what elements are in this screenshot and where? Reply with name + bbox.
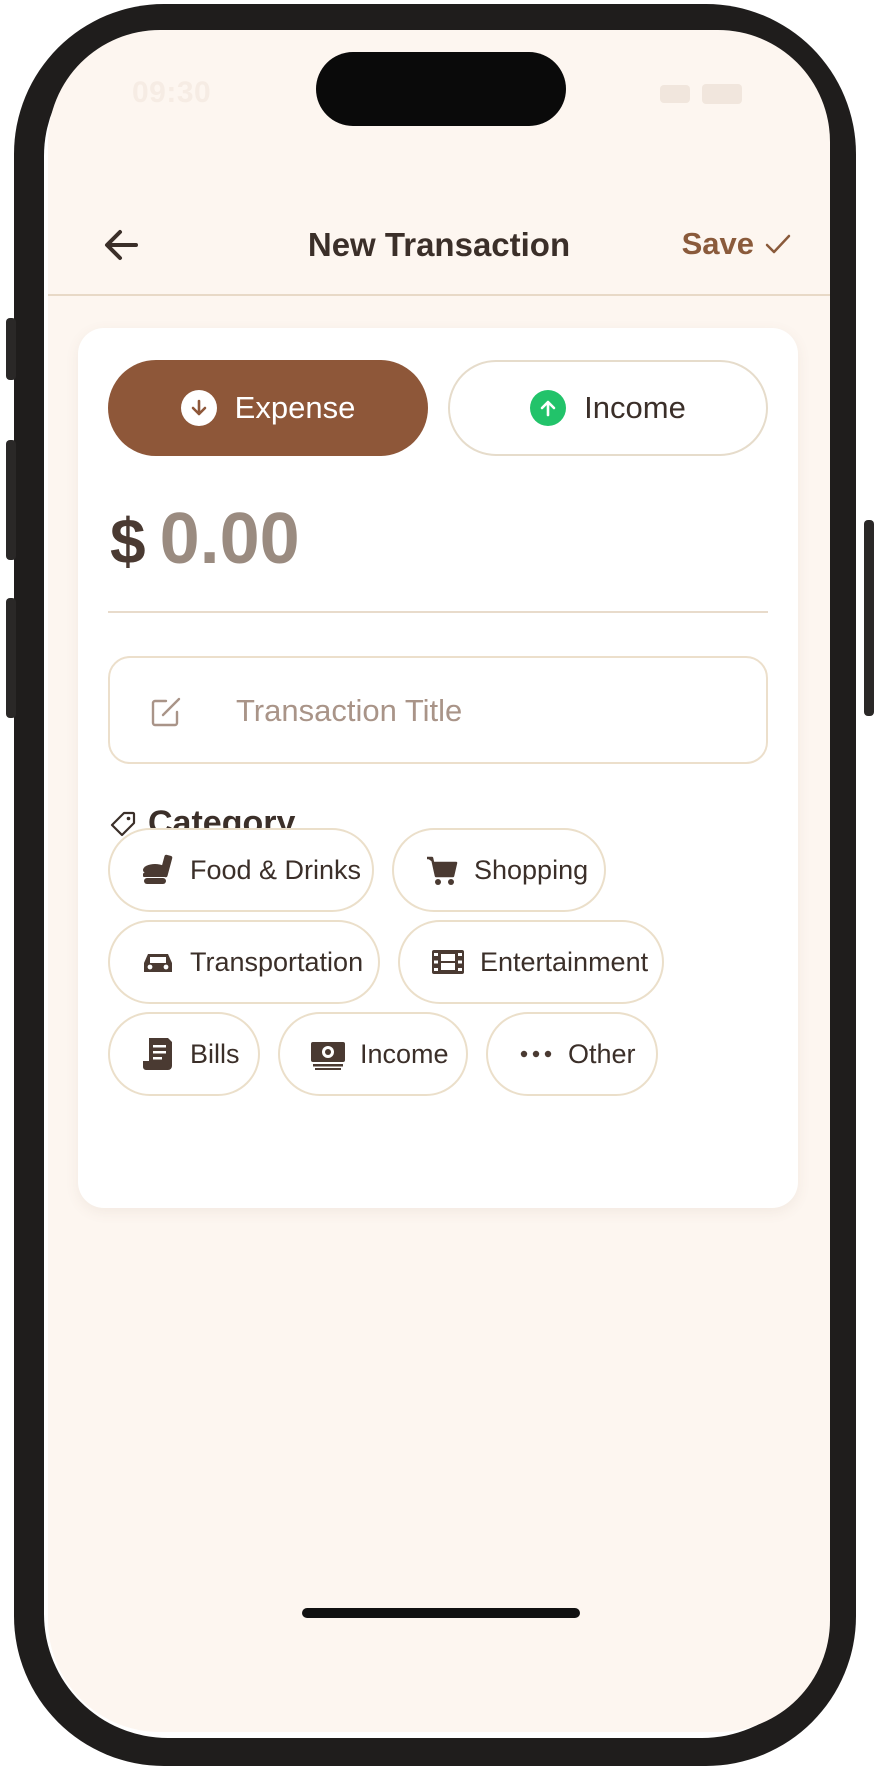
chip-label: Income <box>360 1038 449 1069</box>
chip-label: Other <box>568 1038 636 1069</box>
receipt-icon <box>140 1036 176 1072</box>
transaction-type-toggle: Expense Income <box>108 360 768 456</box>
dynamic-island <box>316 52 566 126</box>
money-icon <box>310 1036 346 1072</box>
category-chip-income[interactable]: Income <box>278 1012 468 1096</box>
transaction-card: Expense Income $ 0.00 Transaction Title <box>78 328 798 1208</box>
title-placeholder: Transaction Title <box>236 693 463 728</box>
category-chip-other[interactable]: Other <box>486 1012 658 1096</box>
cart-icon <box>424 852 460 888</box>
transaction-title-field[interactable]: Transaction Title <box>108 656 768 764</box>
amount-value: 0.00 <box>159 499 300 579</box>
power-button <box>864 520 874 716</box>
signal-icon <box>660 85 690 103</box>
film-icon <box>430 944 466 980</box>
car-icon <box>140 944 176 980</box>
category-chip-bills[interactable]: Bills <box>108 1012 260 1096</box>
ellipsis-icon <box>518 1036 554 1072</box>
battery-icon <box>702 84 742 104</box>
food-drinks-icon <box>140 852 176 888</box>
nav-header: New Transaction Save <box>48 180 830 296</box>
save-button[interactable]: Save <box>682 226 792 262</box>
app-screen: 09:30 New Transaction Save Expense Incom… <box>48 30 830 1732</box>
volume-down-button <box>6 598 16 718</box>
expense-toggle-button[interactable]: Expense <box>108 360 428 456</box>
category-chip-food-drinks[interactable]: Food & Drinks <box>108 828 374 912</box>
save-label: Save <box>681 226 754 261</box>
currency-symbol: $ <box>110 505 146 577</box>
amount-input[interactable]: $ 0.00 <box>110 498 300 580</box>
chip-label: Food & Drinks <box>190 854 362 885</box>
status-indicators <box>660 84 742 104</box>
income-toggle-button[interactable]: Income <box>448 360 768 456</box>
expense-label: Expense <box>234 390 356 425</box>
income-label: Income <box>584 390 686 425</box>
checkmark-icon <box>765 234 791 254</box>
chip-label: Bills <box>190 1038 240 1069</box>
category-chip-transportation[interactable]: Transportation <box>108 920 380 1004</box>
amount-divider <box>108 611 768 613</box>
silent-switch <box>6 318 16 380</box>
home-indicator[interactable] <box>302 1608 580 1618</box>
category-chip-shopping[interactable]: Shopping <box>392 828 606 912</box>
edit-icon <box>151 697 181 727</box>
volume-up-button <box>6 440 16 560</box>
arrow-up-circle-icon <box>530 390 567 426</box>
arrow-down-circle-icon <box>180 390 217 426</box>
chip-label: Shopping <box>474 854 589 885</box>
status-time: 09:30 <box>132 76 212 109</box>
category-chip-entertainment[interactable]: Entertainment <box>398 920 664 1004</box>
chip-label: Entertainment <box>480 946 649 977</box>
chip-label: Transportation <box>190 946 364 977</box>
